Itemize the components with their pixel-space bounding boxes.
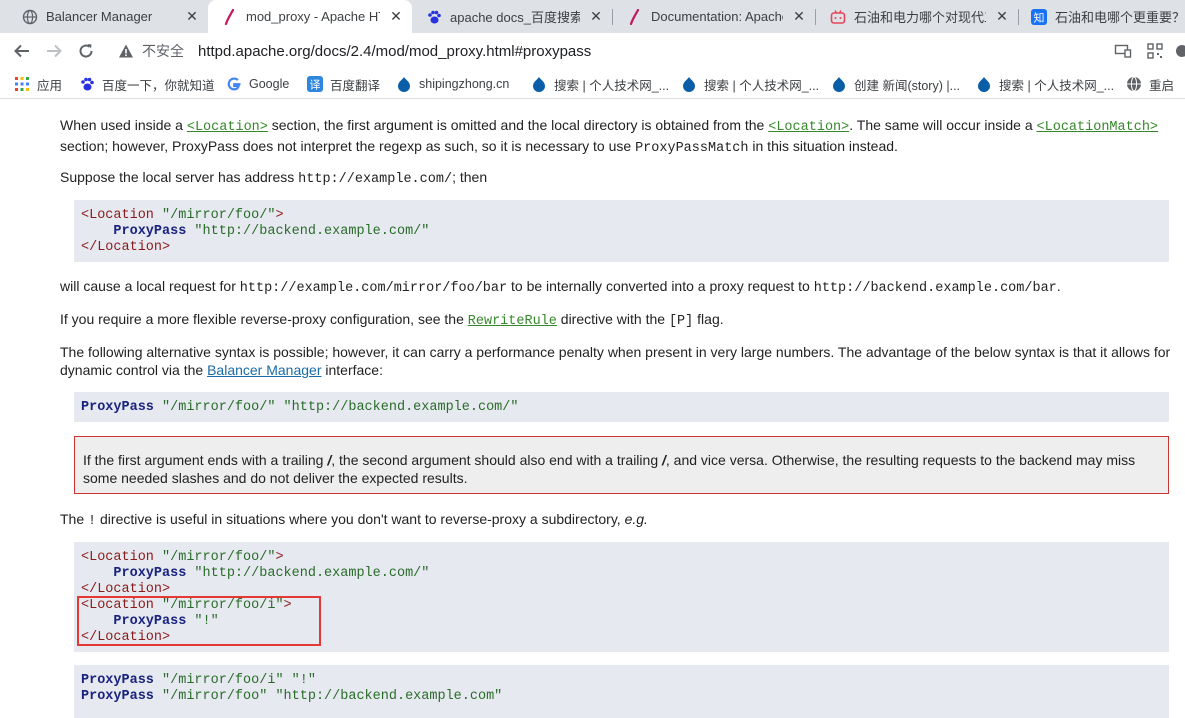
highlight-annotation-box	[77, 596, 321, 646]
inline-code: [P]	[668, 314, 694, 329]
back-button[interactable]	[10, 39, 34, 63]
close-tab-icon[interactable]: ✕	[791, 8, 807, 25]
tab-title: Balancer Manager	[46, 9, 153, 24]
reload-icon	[79, 44, 93, 58]
tab-zhihu[interactable]: 知 石油和电哪个更重要？ -	[1019, 0, 1185, 33]
paragraph-alternative-syntax: The following alternative syntax is poss…	[60, 344, 1171, 378]
code-block-proxypass-alt: ProxyPass "/mirror/foo/" "http://backend…	[74, 392, 1169, 422]
paragraph-exclamation-directive: The ! directive is useful in situations …	[60, 511, 648, 529]
bookmark-label: 应用	[37, 78, 63, 93]
inline-code: http://example.com/	[298, 172, 453, 187]
paragraph-rewriterule: If you require a more flexible reverse-p…	[60, 311, 724, 329]
forward-button[interactable]	[42, 39, 66, 63]
tab-apache-documentation[interactable]: Documentation: Apache ✕	[613, 0, 815, 33]
drupal-icon	[681, 76, 697, 92]
bookmark-label: shipingzhong.cn	[419, 77, 510, 91]
rewriterule-link[interactable]: RewriteRule	[468, 314, 557, 329]
warning-triangle-icon[interactable]	[118, 43, 134, 59]
warning-box: If the first argument ends with a traili…	[74, 436, 1169, 494]
location-directive-link[interactable]: <Location>	[768, 120, 849, 135]
balancer-manager-link[interactable]: Balancer Manager	[207, 362, 321, 378]
bookmark-label: 百度一下，你就知道	[102, 78, 215, 93]
bookmark-search-3[interactable]: 搜索 | 个人技术网_...	[976, 75, 1114, 93]
url-text[interactable]: httpd.apache.org/docs/2.4/mod/mod_proxy.…	[198, 43, 591, 60]
svg-text:知: 知	[1034, 10, 1045, 24]
code-block-location-example: <Location "/mirror/foo/"> ProxyPass "htt…	[74, 200, 1169, 262]
apps-grid-icon	[14, 76, 30, 92]
bookmark-baidu[interactable]: 百度一下，你就知道	[79, 75, 215, 93]
drupal-icon	[531, 76, 547, 92]
location-directive-link[interactable]: <Location>	[187, 120, 268, 135]
bookmark-baidu-translate[interactable]: 译 百度翻译	[307, 75, 380, 93]
bookmarks-bar: 应用 百度一下，你就知道 Google 译 百度翻译 shipingzhong.…	[0, 69, 1185, 99]
paragraph-location-usage: When used inside a <Location> section, t…	[60, 117, 1159, 156]
qr-code-icon[interactable]	[1146, 42, 1164, 60]
bookmark-create-story[interactable]: 创建 新闻(story) |...	[831, 75, 960, 93]
proxypassmatch-code: ProxyPassMatch	[635, 141, 749, 156]
bookmark-label: 创建 新闻(story) |...	[854, 78, 961, 93]
cast-icon[interactable]	[1114, 42, 1132, 60]
apache-feather-icon	[627, 8, 643, 25]
bookmark-search-2[interactable]: 搜索 | 个人技术网_...	[681, 75, 819, 93]
zhihu-icon: 知	[1031, 8, 1047, 25]
tab-mod-proxy[interactable]: mod_proxy - Apache HTTP ✕	[208, 0, 412, 33]
profile-icon[interactable]	[1172, 42, 1185, 60]
google-icon	[226, 76, 242, 92]
inline-code: !	[88, 514, 97, 529]
paragraph-local-server: Suppose the local server has address htt…	[60, 169, 488, 187]
drupal-icon	[831, 76, 847, 92]
tab-title: mod_proxy - Apache HTTP	[246, 9, 380, 24]
locationmatch-directive-link[interactable]: <LocationMatch>	[1037, 120, 1159, 135]
bookmark-shipingzhong[interactable]: shipingzhong.cn	[396, 75, 509, 93]
page-content: When used inside a <Location> section, t…	[0, 99, 1185, 718]
close-tab-icon[interactable]: ✕	[588, 8, 604, 25]
bookmark-label: 搜索 | 个人技术网_...	[554, 78, 670, 93]
bookmark-label: 搜索 | 个人技术网_...	[999, 78, 1115, 93]
tab-bilibili[interactable]: 石油和电力哪个对现代工业 ✕	[816, 0, 1018, 33]
tab-title: 石油和电力哪个对现代工业	[854, 10, 986, 25]
tab-title: 石油和电哪个更重要？ -	[1055, 10, 1185, 25]
inline-code: http://example.com/mirror/foo/bar	[239, 281, 508, 296]
bookmark-label: 百度翻译	[330, 78, 381, 93]
apache-feather-icon	[222, 8, 238, 25]
globe-icon	[1126, 76, 1142, 92]
paragraph-local-request: will cause a local request for http://ex…	[60, 278, 1061, 296]
close-tab-icon[interactable]: ✕	[994, 8, 1010, 25]
bookmark-label: 重启	[1149, 78, 1175, 93]
bookmark-label: Google	[249, 77, 290, 91]
tab-strip: Balancer Manager ✕ mod_proxy - Apache HT…	[0, 0, 1185, 33]
baidu-paw-icon	[426, 9, 442, 25]
svg-text:译: 译	[310, 79, 321, 92]
tab-balancer-manager[interactable]: Balancer Manager ✕	[8, 0, 208, 33]
code-block-proxypass-order: ProxyPass "/mirror/foo/i" "!" ProxyPass …	[74, 665, 1169, 718]
reload-button[interactable]	[74, 39, 98, 63]
tab-baidu-search[interactable]: apache docs_百度搜索 ✕	[412, 0, 612, 33]
close-tab-icon[interactable]: ✕	[184, 8, 200, 25]
insecure-label[interactable]: 不安全	[142, 41, 184, 61]
forward-arrow-icon	[47, 44, 62, 58]
tab-title: apache docs_百度搜索	[450, 10, 580, 25]
close-tab-icon[interactable]: ✕	[388, 8, 404, 25]
tab-title: Documentation: Apache	[651, 9, 783, 24]
bookmark-restart[interactable]: 重启	[1126, 75, 1174, 93]
address-bar[interactable]: 不安全 httpd.apache.org/docs/2.4/mod/mod_pr…	[108, 37, 1108, 65]
back-arrow-icon	[14, 44, 29, 58]
translate-icon: 译	[307, 76, 323, 92]
bookmark-google[interactable]: Google	[226, 75, 289, 93]
bookmark-label: 搜索 | 个人技术网_...	[704, 78, 820, 93]
drupal-icon	[396, 76, 412, 92]
drupal-icon	[976, 76, 992, 92]
globe-icon	[22, 9, 38, 25]
bookmark-search-1[interactable]: 搜索 | 个人技术网_...	[531, 75, 669, 93]
inline-code: http://backend.example.com/bar	[813, 281, 1057, 296]
bookmark-apps[interactable]: 应用	[14, 75, 62, 93]
baidu-paw-icon	[79, 76, 95, 92]
bilibili-icon	[830, 9, 846, 25]
browser-toolbar: 不安全 httpd.apache.org/docs/2.4/mod/mod_pr…	[0, 33, 1185, 69]
